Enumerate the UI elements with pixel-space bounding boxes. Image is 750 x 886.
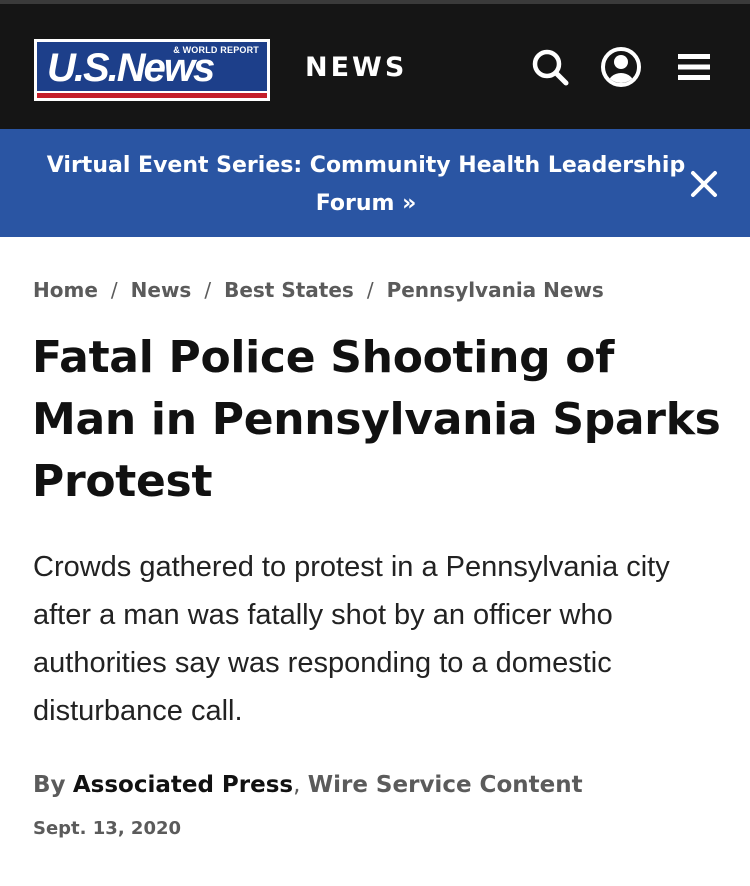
section-label[interactable]: NEWS bbox=[305, 52, 407, 83]
breadcrumb-separator: / bbox=[366, 278, 374, 302]
breadcrumb: Home / News / Best States / Pennsylvania News bbox=[33, 278, 604, 302]
banner-line-2: Forum » bbox=[315, 191, 417, 216]
menu-icon[interactable] bbox=[673, 46, 715, 88]
article-summary: Crowds gathered to protest in a Pennsylv… bbox=[33, 551, 670, 727]
usnews-logo[interactable]: & WORLD REPORT U.S.News bbox=[34, 39, 270, 101]
byline: By Associated Press, Wire Service Conten… bbox=[33, 772, 583, 798]
site-header: & WORLD REPORT U.S.News NEWS bbox=[0, 4, 750, 129]
publish-date: Sept. 13, 2020 bbox=[33, 818, 182, 839]
search-icon[interactable] bbox=[529, 46, 571, 88]
byline-prefix: By bbox=[33, 772, 66, 798]
breadcrumb-best-states[interactable]: Best States bbox=[224, 278, 354, 302]
breadcrumb-separator: / bbox=[110, 278, 118, 302]
breadcrumb-home[interactable]: Home bbox=[33, 278, 98, 302]
article-headline: Fatal Police Shooting of Man in Pennsylv… bbox=[32, 332, 721, 507]
content-type-link[interactable]: Wire Service Content bbox=[308, 772, 583, 798]
banner-link[interactable]: Virtual Event Series: Community Health L… bbox=[40, 147, 692, 223]
logo-wordmark: U.S.News bbox=[47, 46, 215, 90]
promo-banner: Virtual Event Series: Community Health L… bbox=[0, 129, 750, 237]
close-icon[interactable] bbox=[688, 168, 720, 200]
breadcrumb-news[interactable]: News bbox=[131, 278, 192, 302]
logo-badge: & WORLD REPORT U.S.News bbox=[37, 42, 267, 98]
logo-stripe bbox=[37, 91, 267, 98]
breadcrumb-pennsylvania-news[interactable]: Pennsylvania News bbox=[387, 278, 604, 302]
banner-line-1: Virtual Event Series: Community Health L… bbox=[46, 153, 686, 178]
breadcrumb-separator: / bbox=[204, 278, 212, 302]
account-icon[interactable] bbox=[600, 46, 642, 88]
byline-separator: , bbox=[293, 772, 301, 798]
author-link[interactable]: Associated Press bbox=[73, 772, 293, 798]
